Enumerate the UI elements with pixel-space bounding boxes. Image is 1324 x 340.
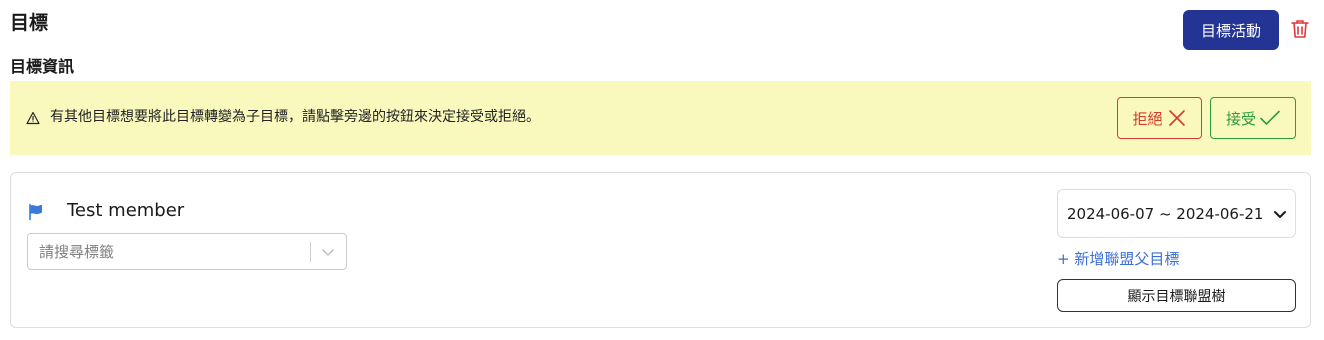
accept-button[interactable]: 接受 bbox=[1210, 97, 1296, 139]
tag-search-placeholder: 請搜尋標籤 bbox=[39, 243, 115, 261]
member-name: Test member bbox=[67, 200, 185, 221]
tag-search-select[interactable]: 請搜尋標籤 bbox=[27, 233, 347, 270]
check-icon bbox=[1260, 110, 1280, 125]
reject-button[interactable]: 拒絕 bbox=[1117, 97, 1202, 139]
goal-card: Test member 請搜尋標籤 2024-06-07 ~ 2024-06-2… bbox=[10, 172, 1311, 328]
reject-button-label: 拒絕 bbox=[1132, 109, 1163, 128]
trash-icon[interactable] bbox=[1289, 18, 1311, 40]
date-range-value: 2024-06-07 ~ 2024-06-21 bbox=[1067, 205, 1264, 223]
goal-page: 目標 目標活動 目標資訊 有其他目標想要將此目標轉變為子目標，請點擊旁邊的按鈕來… bbox=[0, 0, 1324, 340]
show-goal-tree-button[interactable]: 顯示目標聯盟樹 bbox=[1057, 279, 1296, 312]
chevron-down-icon bbox=[1272, 206, 1288, 222]
add-parent-goal-link[interactable]: + 新增聯盟父目標 bbox=[1057, 249, 1179, 269]
alert-message: 有其他目標想要將此目標轉變為子目標，請點擊旁邊的按鈕來決定接受或拒絕。 bbox=[50, 109, 540, 125]
select-separator bbox=[310, 242, 311, 262]
date-range-select[interactable]: 2024-06-07 ~ 2024-06-21 bbox=[1057, 189, 1296, 238]
warning-icon bbox=[26, 110, 40, 125]
flag-icon bbox=[27, 203, 45, 221]
accept-button-label: 接受 bbox=[1225, 109, 1256, 128]
page-title: 目標 bbox=[10, 12, 49, 34]
section-title: 目標資訊 bbox=[10, 57, 75, 76]
chevron-down-icon[interactable] bbox=[319, 243, 337, 261]
close-icon bbox=[1168, 110, 1185, 126]
merge-request-alert: 有其他目標想要將此目標轉變為子目標，請點擊旁邊的按鈕來決定接受或拒絕。 拒絕 接… bbox=[10, 81, 1311, 155]
goal-activity-button[interactable]: 目標活動 bbox=[1183, 10, 1279, 50]
